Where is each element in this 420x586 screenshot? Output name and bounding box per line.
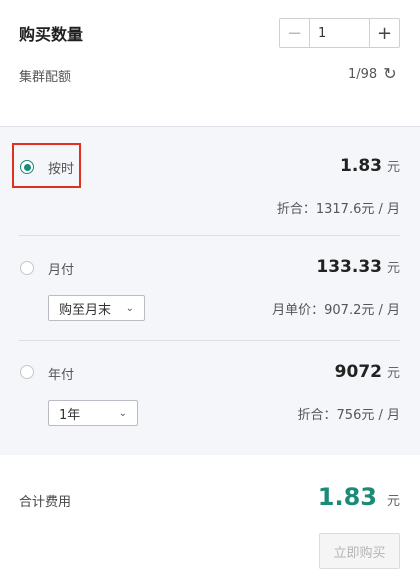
option-monthly-note: 月单价：907.2元 / 月 (272, 303, 400, 318)
quantity-stepper[interactable]: − + (279, 18, 400, 48)
yearly-duration-select[interactable]: 1年 ⌄ (48, 400, 138, 426)
chevron-down-icon: ⌄ (118, 407, 127, 419)
option-monthly-price: 133.33 元 (316, 257, 400, 277)
divider (19, 235, 400, 236)
increment-button[interactable]: + (369, 19, 399, 47)
price-value: 1.83 (340, 156, 382, 176)
total-price-unit: 元 (386, 494, 400, 509)
decrement-button[interactable]: − (280, 19, 310, 47)
total-price-value: 1.83 (317, 483, 377, 511)
total-cost: 1.83 元 (318, 483, 400, 511)
purchase-quantity-title: 购买数量 (19, 25, 84, 44)
price-unit: 元 (386, 261, 400, 276)
option-yearly-radio[interactable] (20, 365, 34, 379)
chevron-down-icon: ⌄ (125, 302, 134, 314)
divider (19, 340, 400, 341)
radio-unselected-icon[interactable] (20, 365, 34, 379)
option-monthly-label[interactable]: 月付 (48, 259, 74, 278)
refresh-icon[interactable]: ↻ (383, 66, 396, 82)
monthly-duration-select[interactable]: 购至月末 ⌄ (48, 295, 145, 321)
radio-unselected-icon[interactable] (20, 261, 34, 275)
option-yearly-label[interactable]: 年付 (48, 364, 74, 383)
option-yearly-price: 9072 元 (335, 362, 400, 382)
cluster-quota: 1/98 ↻ (348, 66, 397, 82)
option-hourly-note: 折合：1317.6元 / 月 (276, 202, 400, 217)
option-monthly-radio[interactable] (20, 261, 34, 275)
price-value: 133.33 (316, 257, 382, 277)
total-cost-label: 合计费用 (19, 495, 72, 510)
price-unit: 元 (386, 160, 400, 175)
price-value: 9072 (334, 362, 382, 382)
quota-value: 1/98 (348, 66, 378, 82)
cluster-quota-label: 集群配额 (19, 70, 72, 85)
option-hourly-price: 1.83 元 (340, 156, 400, 176)
option-yearly-note: 折合：756元 / 月 (297, 408, 400, 423)
select-value: 1年 (59, 407, 81, 423)
selection-highlight-box (12, 143, 81, 188)
buy-now-button[interactable]: 立即购买 (319, 533, 400, 569)
price-unit: 元 (386, 366, 400, 381)
quantity-input[interactable] (310, 19, 369, 47)
select-value: 购至月末 (59, 302, 112, 318)
